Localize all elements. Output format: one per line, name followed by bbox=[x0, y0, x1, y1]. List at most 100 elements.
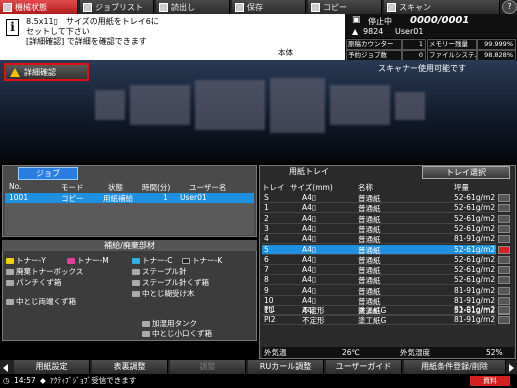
tray-row[interactable]: 4 A4▯ 普通紙 81-91g/m2 bbox=[262, 234, 496, 245]
tray-id: PI1 bbox=[264, 305, 276, 314]
detail-check-button[interactable]: 詳細確認 bbox=[4, 63, 89, 81]
trim-waste-icon bbox=[142, 330, 150, 337]
job-tab[interactable]: ジョブ bbox=[18, 167, 78, 180]
tray-row[interactable]: PI1 不定形 塗工紙G 81-91g/m2 bbox=[262, 305, 496, 315]
supply-item: トナー-Y bbox=[6, 255, 46, 266]
bottom-message: ｱｸﾃｨﾌﾞｼﾞｮﾌﾞ受信できます bbox=[50, 376, 137, 385]
job-counter: 0000/0001 bbox=[410, 15, 470, 26]
tray-id: 5 bbox=[264, 244, 269, 254]
tray-id: 2 bbox=[264, 213, 269, 223]
job-time: 1 bbox=[163, 193, 168, 202]
paper-setting-button[interactable]: 用紙設定 bbox=[14, 360, 90, 374]
tab-recall[interactable]: 読出し bbox=[156, 0, 230, 14]
tray-weight: 52-61g/m2 bbox=[454, 203, 496, 213]
tray-id: PI2 bbox=[264, 315, 276, 325]
saddle-waste-icon bbox=[6, 298, 14, 305]
temp-value: 26℃ bbox=[342, 348, 360, 357]
tray-id: 1 bbox=[264, 203, 269, 213]
supply-title: 補給/廃棄部材 bbox=[2, 240, 257, 251]
tab-copy[interactable]: コピー bbox=[308, 0, 382, 14]
scan-icon bbox=[387, 2, 396, 12]
supply-item: トナー-C bbox=[132, 255, 172, 266]
status-bar: ◷ 14:57 ◆ ｱｸﾃｨﾌﾞｼﾞｮﾌﾞ受信できます bbox=[0, 374, 517, 388]
humidity-value: 52% bbox=[486, 348, 503, 357]
machine-image-block bbox=[395, 92, 425, 120]
ru-curl-adjust-button[interactable]: RUカール調整 bbox=[248, 360, 324, 374]
tray-row[interactable]: 6 A4▯ 普通紙 52-61g/m2 bbox=[262, 255, 496, 265]
user-guide-button[interactable]: ユーザーガイド bbox=[326, 360, 402, 374]
job-mode: コピー bbox=[61, 194, 84, 203]
tray-indicator-icon bbox=[498, 286, 510, 295]
user-number: 9824 bbox=[363, 27, 384, 36]
tray-size: A4▯ bbox=[302, 213, 317, 223]
recall-icon bbox=[159, 2, 168, 12]
header-no: No. bbox=[9, 182, 22, 191]
list-icon bbox=[83, 2, 92, 12]
header-time: 時間(分) bbox=[142, 183, 171, 192]
punch-waste-icon bbox=[6, 279, 14, 286]
supply-item: 中とじ両端くず箱 bbox=[6, 296, 76, 307]
supply-item: パンチくず箱 bbox=[6, 277, 61, 288]
environment-bar: 外気温 26℃ 外気湿度 52% bbox=[262, 347, 514, 358]
header-user: ユーザー名 bbox=[189, 183, 227, 192]
supply-item: トナー-M bbox=[67, 255, 109, 266]
header-tray: トレイ bbox=[262, 183, 285, 192]
tray-indicator-icon bbox=[498, 255, 510, 264]
tray-row[interactable]: 7 A4▯ 普通紙 52-61g/m2 bbox=[262, 265, 496, 276]
paper-condition-button[interactable]: 用紙条件登録/削除 bbox=[404, 360, 506, 374]
humidity-label: 外気湿度 bbox=[400, 348, 430, 357]
user-icon: ▲ bbox=[352, 27, 359, 36]
tray-indicator-icon bbox=[498, 306, 510, 314]
staple-icon bbox=[132, 268, 140, 275]
tray-table-header: トレイ サイズ(mm) 名称 坪量 bbox=[262, 182, 512, 192]
tab-machine-status[interactable]: 機械状態 bbox=[0, 0, 78, 14]
tab-job-list[interactable]: ジョブリスト bbox=[80, 0, 154, 14]
tray-size: A4▯ bbox=[302, 234, 317, 244]
tray-select-button[interactable]: トレイ選択 bbox=[422, 166, 510, 179]
arrow-right-icon[interactable] bbox=[509, 364, 514, 372]
job-row[interactable]: 1001 コピー 用紙補給 1 User01 bbox=[5, 193, 254, 203]
tab-store[interactable]: 保存 bbox=[232, 0, 306, 14]
tray-weight: 81-91g/m2 bbox=[454, 296, 496, 305]
user-name: User01 bbox=[395, 27, 424, 36]
toner-c-icon bbox=[132, 257, 140, 264]
tray-row[interactable]: 8 A4▯ 普通紙 52-61g/m2 bbox=[262, 275, 496, 286]
tray-weight: 52-61g/m2 bbox=[454, 213, 496, 223]
machine-image-block bbox=[95, 90, 125, 120]
original-counter-value: 1 bbox=[402, 39, 426, 50]
tray-row[interactable]: 2 A4▯ 普通紙 52-61g/m2 bbox=[262, 214, 496, 224]
tray-weight: 81-91g/m2 bbox=[454, 234, 496, 244]
tray-weight: 81-91g/m2 bbox=[454, 315, 496, 325]
original-counter-label: 原稿カウンター bbox=[346, 39, 402, 50]
machine-image-block bbox=[270, 78, 325, 133]
tray-id: 7 bbox=[264, 265, 269, 275]
tray-id: 6 bbox=[264, 254, 269, 264]
clock-icon: ◷ bbox=[3, 376, 10, 385]
tray-id: S bbox=[264, 193, 269, 202]
printer-icon: ▣ bbox=[352, 15, 361, 25]
tray-indicator-icon bbox=[498, 245, 510, 254]
tray-row[interactable]: 1 A4▯ 普通紙 52-61g/m2 bbox=[262, 203, 496, 214]
machine-image-block bbox=[130, 85, 190, 125]
header-mode: モード bbox=[61, 183, 84, 192]
temp-label: 外気温 bbox=[264, 348, 287, 357]
tray-id: 3 bbox=[264, 223, 269, 233]
tab-scan[interactable]: スキャン bbox=[384, 0, 500, 14]
tray-row[interactable]: S A4▯ 普通紙 52-61g/m2 bbox=[262, 193, 496, 203]
tray-row[interactable]: 3 A4▯ 普通紙 52-61g/m2 bbox=[262, 224, 496, 234]
header-size: サイズ(mm) bbox=[290, 183, 333, 192]
supply-item: 中とじ小口くず箱 bbox=[142, 328, 212, 339]
tray-row[interactable]: PI2 不定形 塗工紙G 81-91g/m2 bbox=[262, 315, 496, 326]
tray-weight: 52-61g/m2 bbox=[454, 254, 496, 264]
help-button[interactable]: ? bbox=[502, 0, 517, 14]
job-user: User01 bbox=[180, 193, 207, 202]
tray-row[interactable]: 5 A4▯ 普通紙 52-61g/m2 bbox=[262, 244, 496, 255]
adjust-button[interactable]: 調整 bbox=[170, 360, 246, 374]
front-back-adjust-button[interactable]: 表裏調整 bbox=[92, 360, 168, 374]
arrow-left-icon[interactable] bbox=[3, 364, 8, 372]
supply-item: トナー-K bbox=[182, 255, 222, 266]
tray-weight: 81-91g/m2 bbox=[454, 285, 496, 295]
document-badge[interactable]: 資料 bbox=[470, 376, 510, 386]
tray-row[interactable]: 9 A4▯ 普通紙 81-91g/m2 bbox=[262, 286, 496, 296]
clock-time: 14:57 bbox=[14, 376, 36, 385]
